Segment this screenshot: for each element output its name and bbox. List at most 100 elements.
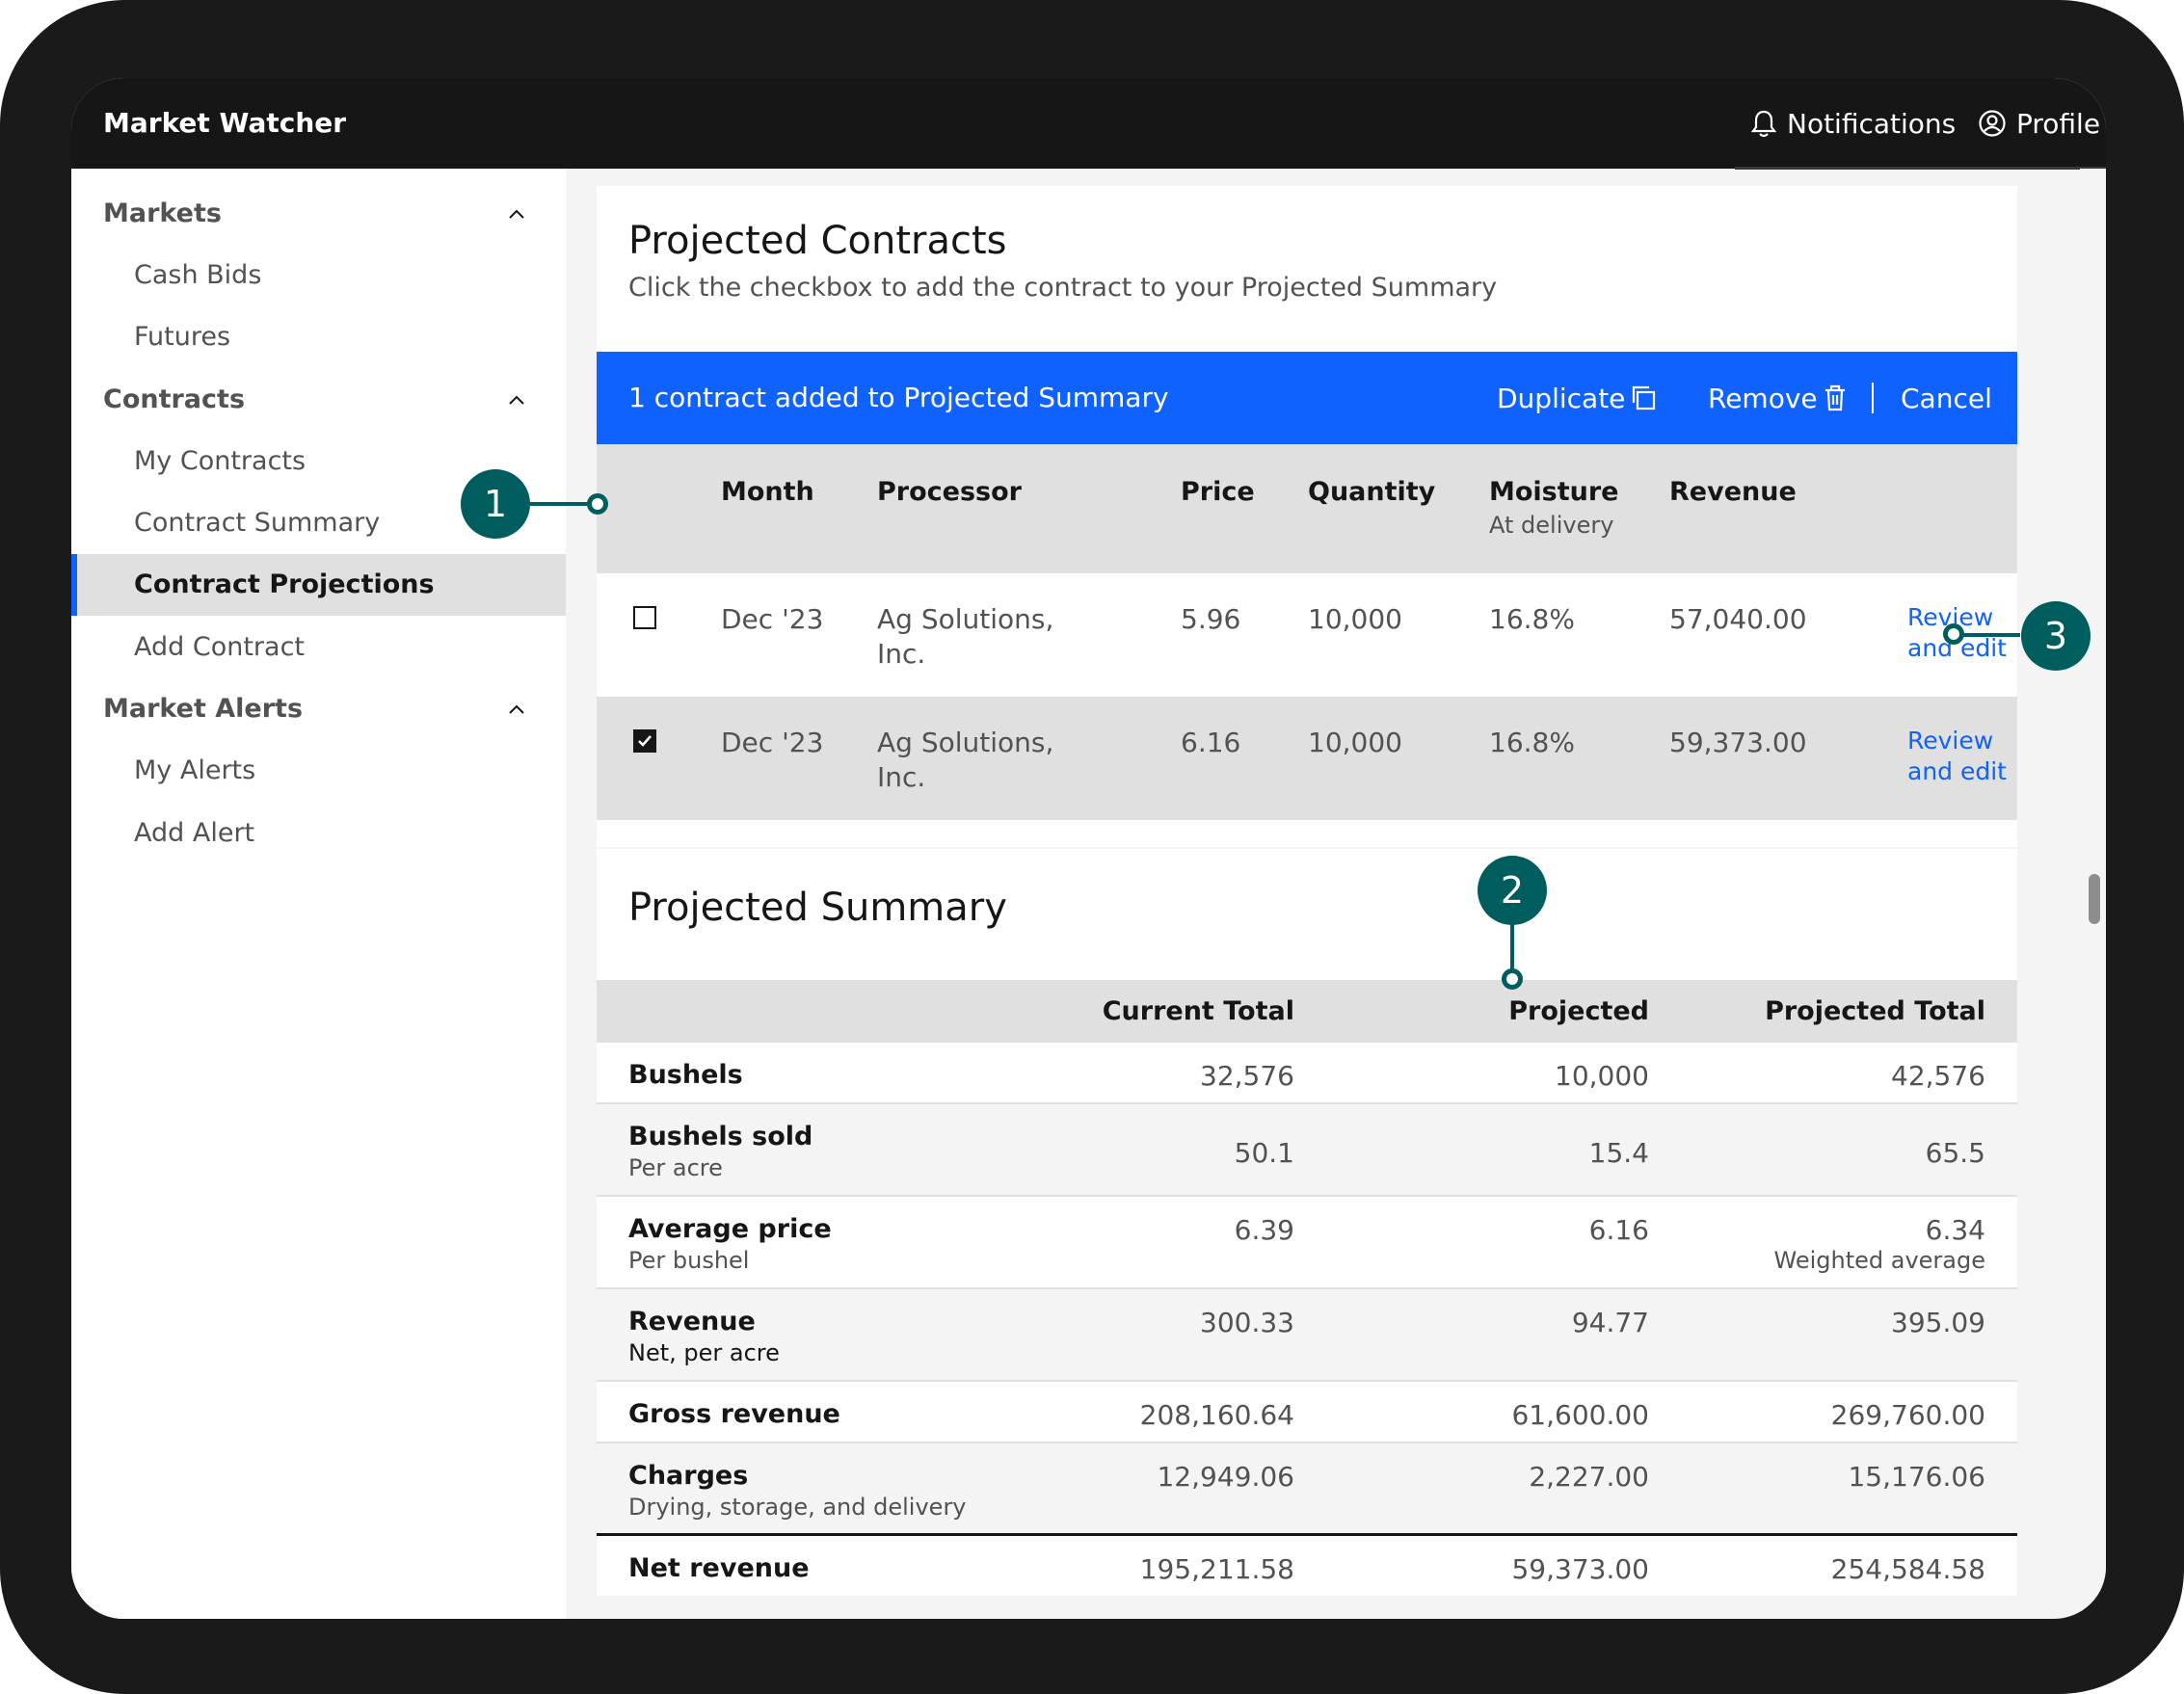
notifications-label: Notifications [1787, 107, 1957, 140]
cell-processor: Ag Solutions, Inc. [877, 727, 1054, 793]
column-header-quantity[interactable]: Quantity [1308, 477, 1435, 507]
cell-projected-total: 15,176.06 [1848, 1461, 1985, 1493]
cell-projected-contracts: 94.77 [1571, 1307, 1649, 1338]
row-checkbox-checked[interactable] [633, 729, 656, 753]
screen: Market Watcher Notifications Profile Mar… [71, 78, 2106, 1619]
tablet-frame: Market Watcher Notifications Profile Mar… [0, 0, 2184, 1694]
summary-row-gross-revenue: Gross revenue 208,160.64 61,600.00 269,7… [597, 1380, 2017, 1442]
row-checkbox[interactable] [633, 606, 656, 629]
nav-item-futures[interactable]: Futures [71, 306, 566, 368]
column-header-month[interactable]: Month [721, 477, 814, 507]
nav-section-label: Market Alerts [103, 694, 304, 724]
checkmark-icon [638, 735, 652, 747]
scrollbar-thumb[interactable] [2089, 874, 2100, 924]
column-header-revenue[interactable]: Revenue [1669, 477, 1797, 507]
row-sublabel: Net, per acre [628, 1339, 780, 1366]
side-nav: Markets Cash Bids Futures Contracts My C… [71, 169, 566, 1619]
cell-projected-contracts: 10,000 [1555, 1060, 1649, 1092]
nav-item-my-alerts[interactable]: My Alerts [71, 740, 566, 802]
callout-badge-2: 2 [1478, 856, 1547, 925]
chevron-up-icon [509, 209, 524, 219]
cell-projected-total: 42,576 [1891, 1060, 1985, 1092]
callout-badge-1: 1 [461, 469, 530, 539]
remove-label: Remove [1708, 382, 1818, 414]
summary-row-net-revenue: Net revenue 195,211.58 59,373.00 254,584… [597, 1533, 2017, 1596]
cell-month: Dec '23 [721, 727, 824, 758]
page-subtitle: Click the checkbox to add the contract t… [628, 273, 1498, 303]
row-label: Net revenue [628, 1553, 810, 1583]
cell-current-total: 50.1 [1234, 1137, 1294, 1169]
callout-badge-3: 3 [2021, 601, 2091, 671]
column-header-moisture[interactable]: Moisture [1489, 477, 1619, 507]
callout-3-anchor [1943, 623, 1964, 645]
row-label: Bushels [628, 1060, 743, 1090]
callout-3-connector [1962, 633, 2020, 637]
projected-summary-card: Projected Summary Current Total Projecte… [597, 849, 2017, 1596]
header-divider [1735, 167, 2106, 170]
cell-processor: Ag Solutions, Inc. [877, 603, 1054, 670]
cell-price: 5.96 [1181, 603, 1241, 635]
nav-item-label: Add Contract [134, 632, 306, 662]
nav-section-market-alerts[interactable]: Market Alerts [71, 678, 566, 740]
cell-projected-total: 65.5 [1925, 1137, 1985, 1169]
cell-revenue: 57,040.00 [1669, 603, 1807, 635]
bell-icon [1750, 110, 1777, 138]
column-header-processor[interactable]: Processor [877, 477, 1022, 507]
nav-section-contracts[interactable]: Contracts [71, 369, 566, 431]
cell-projected-total: 6.34 [1925, 1214, 1985, 1246]
cell-projected-contracts: 61,600.00 [1511, 1399, 1649, 1431]
profile-button[interactable]: Profile [1978, 78, 2100, 169]
app-title[interactable]: Market Watcher [103, 78, 346, 169]
column-header-moisture-sub: At delivery [1489, 512, 1614, 539]
callout-1-anchor [587, 493, 608, 515]
summary-row-average-price: Average price Per bushel 6.39 6.16 6.34 … [597, 1195, 2017, 1287]
row-label: Revenue [628, 1307, 756, 1337]
nav-item-label: My Alerts [134, 755, 256, 785]
cell-current-total: 208,160.64 [1139, 1399, 1294, 1431]
review-and-edit-link[interactable]: Review and edit [1907, 726, 2013, 787]
row-label: Charges [628, 1461, 749, 1491]
row-label: Gross revenue [628, 1399, 840, 1429]
column-header-price[interactable]: Price [1181, 477, 1255, 507]
cell-moisture: 16.8% [1489, 603, 1575, 635]
cell-projected-contracts: 15.4 [1588, 1137, 1649, 1169]
cell-current-total: 300.33 [1200, 1307, 1294, 1338]
notifications-button[interactable]: Notifications [1750, 78, 1956, 169]
table-row: Dec '23 Ag Solutions, Inc. 5.96 10,000 1… [597, 573, 2017, 697]
chevron-up-icon [509, 704, 524, 714]
nav-item-add-contract[interactable]: Add Contract [71, 617, 566, 678]
cell-projected-contracts: 2,227.00 [1529, 1461, 1649, 1493]
nav-item-add-alert[interactable]: Add Alert [71, 803, 566, 864]
row-sublabel: Drying, storage, and delivery [628, 1494, 967, 1521]
nav-item-label: Futures [134, 322, 231, 352]
chevron-up-icon [509, 395, 524, 405]
summary-row-charges: Charges Drying, storage, and delivery 12… [597, 1442, 2017, 1534]
nav-item-contract-projections[interactable]: Contract Projections [71, 554, 566, 616]
summary-row-revenue: Revenue Net, per acre 300.33 94.77 395.0… [597, 1287, 2017, 1380]
cell-quantity: 10,000 [1308, 727, 1402, 758]
cancel-button[interactable]: Cancel [1901, 352, 1992, 444]
nav-item-label: Contract Projections [134, 569, 435, 599]
page-title: Projected Contracts [628, 219, 1007, 263]
nav-item-label: Contract Summary [134, 508, 381, 538]
profile-label: Profile [2016, 107, 2101, 140]
nav-section-label: Markets [103, 199, 222, 228]
nav-section-markets[interactable]: Markets [71, 183, 566, 245]
cell-projected-contracts: 59,373.00 [1511, 1553, 1649, 1585]
summary-table-header: Current Total Projected Contracts Projec… [597, 980, 2017, 1089]
app-header: Market Watcher Notifications Profile [71, 78, 2106, 170]
row-label: Bushels sold [628, 1122, 813, 1151]
duplicate-button[interactable]: Duplicate [1497, 352, 1658, 444]
nav-item-cash-bids[interactable]: Cash Bids [71, 245, 566, 306]
cell-projected-total: 395.09 [1891, 1307, 1985, 1338]
cell-price: 6.16 [1181, 727, 1241, 758]
cell-projected-total-note: Weighted average [1773, 1247, 1986, 1274]
row-sublabel: Per acre [628, 1154, 723, 1181]
cell-projected-total: 269,760.00 [1830, 1399, 1985, 1431]
cell-projected-total: 254,584.58 [1830, 1553, 1985, 1585]
row-label: Average price [628, 1214, 832, 1244]
nav-item-label: Cash Bids [134, 260, 262, 290]
summary-row-bushels-sold: Bushels sold Per acre 50.1 15.4 65.5 [597, 1102, 2017, 1195]
remove-button[interactable]: Remove [1708, 352, 1849, 444]
cell-current-total: 32,576 [1200, 1060, 1294, 1092]
